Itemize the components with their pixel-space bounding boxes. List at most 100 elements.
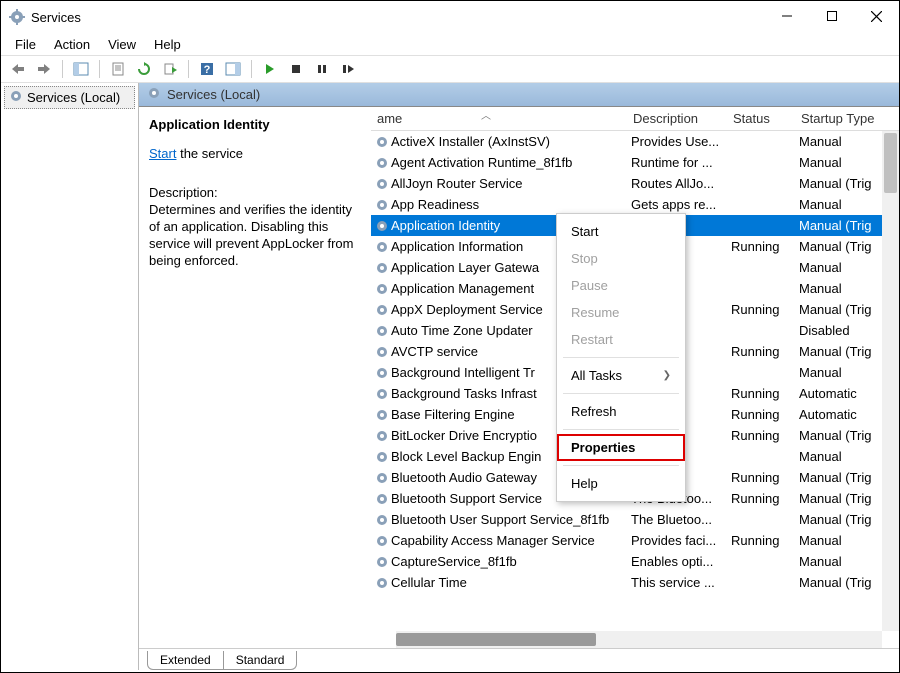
service-gear-icon [375,366,389,380]
cell-description: Provides Use... [627,134,727,149]
refresh-toolbar-button[interactable] [133,58,155,80]
cell-status: Running [727,470,795,485]
view-tabs: Extended Standard [139,648,899,670]
service-gear-icon [375,534,389,548]
column-name[interactable]: ame [371,108,627,129]
cell-startup: Manual [795,155,881,170]
cell-startup: Manual (Trig [795,428,881,443]
close-button[interactable] [854,1,899,31]
cell-description: The Bluetoo... [627,512,727,527]
column-status[interactable]: Status [727,108,795,129]
cell-name: AllJoyn Router Service [371,176,627,192]
svg-text:?: ? [204,64,211,76]
service-gear-icon [375,513,389,527]
cell-startup: Automatic [795,386,881,401]
column-description[interactable]: Description [627,108,727,129]
cell-startup: Manual [795,197,881,212]
service-row[interactable]: Bluetooth User Support Service_8f1fbThe … [371,509,899,530]
cell-name: ActiveX Installer (AxInstSV) [371,134,627,150]
service-row[interactable]: CaptureService_8f1fbEnables opti... Manua… [371,551,899,572]
cell-startup: Manual [795,365,881,380]
restart-service-button[interactable] [337,58,359,80]
title-bar: Services [1,1,899,33]
horizontal-scrollbar[interactable] [396,631,882,648]
service-row[interactable]: AllJoyn Router ServiceRoutes AllJo...Man… [371,173,899,194]
maximize-button[interactable] [809,1,854,31]
cell-startup: Manual [795,449,881,464]
service-gear-icon [375,219,389,233]
service-row[interactable]: Capability Access Manager ServiceProvide… [371,530,899,551]
cell-status: Running [727,344,795,359]
cell-description: This service ... [627,575,727,590]
cell-description: Gets apps re... [627,197,727,212]
main-area: Services (Local) Services (Local) Applic… [1,83,899,670]
menu-bar: File Action View Help [1,33,899,55]
pane-header: Services (Local) [139,83,899,107]
service-gear-icon [375,345,389,359]
properties-toolbar-button[interactable] [107,58,129,80]
cell-startup: Manual [795,260,881,275]
service-gear-icon [375,240,389,254]
menu-file[interactable]: File [7,35,44,54]
service-gear-icon [375,576,389,590]
services-app-icon [9,9,25,25]
export-list-button[interactable] [159,58,181,80]
list-header: ︿ ame Description Status Startup Type [371,107,899,131]
cell-startup: Manual [795,554,881,569]
service-row[interactable]: ActiveX Installer (AxInstSV)Provides Use… [371,131,899,152]
scrollbar-thumb[interactable] [884,133,897,193]
service-gear-icon [375,450,389,464]
service-gear-icon [375,198,389,212]
window-title: Services [31,10,891,25]
tab-standard[interactable]: Standard [224,651,298,670]
service-gear-icon [375,555,389,569]
menu-action[interactable]: Action [46,35,98,54]
chevron-right-icon: ❯ [663,370,671,381]
context-refresh[interactable]: Refresh [557,398,685,425]
service-gear-icon [375,177,389,191]
context-all-tasks[interactable]: All Tasks❯ [557,362,685,389]
tree-root-services-local[interactable]: Services (Local) [4,86,135,109]
back-button[interactable] [7,58,29,80]
column-startup-type[interactable]: Startup Type [795,108,881,129]
cell-startup: Manual (Trig [795,470,881,485]
forward-button[interactable] [33,58,55,80]
start-service-link[interactable]: Start [149,146,176,161]
service-row[interactable]: Agent Activation Runtime_8f1fbRuntime fo… [371,152,899,173]
help-toolbar-button[interactable]: ? [196,58,218,80]
pause-service-button[interactable] [311,58,333,80]
cell-startup: Manual [795,134,881,149]
service-row[interactable]: Cellular TimeThis service ...Manual (Tri… [371,572,899,593]
cell-description: Enables opti... [627,554,727,569]
service-gear-icon [375,303,389,317]
service-gear-icon [375,156,389,170]
show-hide-tree-button[interactable] [70,58,92,80]
tab-extended[interactable]: Extended [147,651,224,670]
service-row[interactable]: App ReadinessGets apps re...Manual [371,194,899,215]
menu-view[interactable]: View [100,35,144,54]
service-gear-icon [375,282,389,296]
start-service-line: Start the service [149,146,361,161]
context-menu: Start Stop Pause Resume Restart All Task… [556,213,686,502]
context-properties[interactable]: Properties [557,434,685,461]
cell-startup: Manual (Trig [795,239,881,254]
cell-name: Capability Access Manager Service [371,533,627,549]
cell-description: Routes AllJo... [627,176,727,191]
service-gear-icon [375,261,389,275]
stop-service-button[interactable] [285,58,307,80]
cell-status: Running [727,407,795,422]
vertical-scrollbar[interactable] [882,131,899,631]
service-gear-icon [375,387,389,401]
context-start[interactable]: Start [557,218,685,245]
minimize-button[interactable] [764,1,809,31]
context-resume: Resume [557,299,685,326]
menu-help[interactable]: Help [146,35,189,54]
context-pause: Pause [557,272,685,299]
scrollbar-thumb[interactable] [396,633,596,646]
service-gear-icon [375,408,389,422]
start-service-button[interactable] [259,58,281,80]
context-help[interactable]: Help [557,470,685,497]
action-pane-button[interactable] [222,58,244,80]
cell-name: CaptureService_8f1fb [371,554,627,570]
cell-startup: Manual (Trig [795,344,881,359]
